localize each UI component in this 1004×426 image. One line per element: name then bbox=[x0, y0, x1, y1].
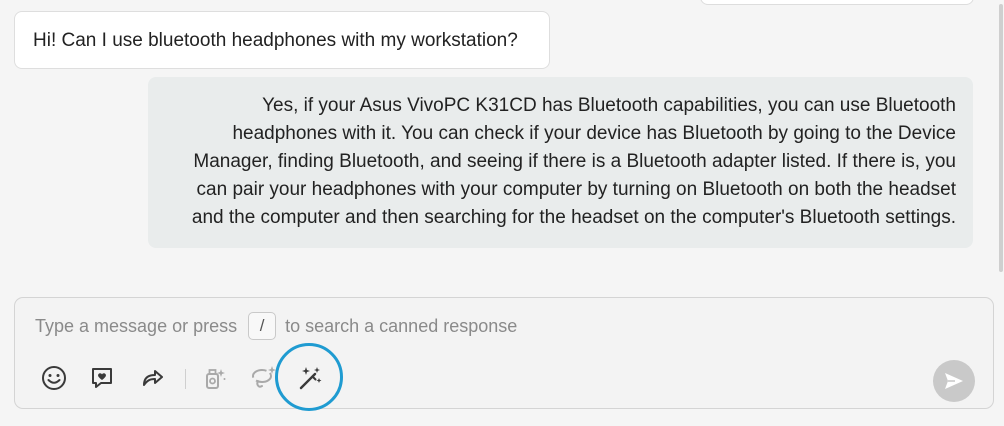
previous-message-fragment bbox=[700, 0, 974, 5]
agent-message-line: and the computer and then searching for … bbox=[191, 207, 956, 228]
ai-rephrase-button[interactable] bbox=[247, 361, 281, 395]
ai-magic-button[interactable] bbox=[293, 361, 327, 395]
canned-response-button[interactable] bbox=[85, 361, 119, 395]
send-icon bbox=[945, 373, 963, 389]
user-message-text: Hi! Can I use bluetooth headphones with … bbox=[33, 30, 518, 51]
send-button[interactable] bbox=[933, 360, 975, 402]
ai-assist-button[interactable] bbox=[197, 361, 231, 395]
share-arrow-icon bbox=[143, 370, 163, 386]
sparkle-bottle-icon bbox=[206, 369, 226, 389]
slash-key-hint: / bbox=[248, 312, 277, 340]
forward-button[interactable] bbox=[135, 361, 169, 395]
chat-scrollbar[interactable] bbox=[996, 0, 1004, 285]
placeholder-prefix: Type a message or press bbox=[35, 315, 238, 336]
smiley-icon bbox=[42, 366, 66, 390]
sparkle-lasso-icon bbox=[252, 366, 276, 388]
toolbar-divider bbox=[185, 369, 186, 389]
message-composer: Type a message or press / to search a ca… bbox=[14, 297, 994, 411]
scrollbar-thumb[interactable] bbox=[999, 4, 1003, 272]
agent-message-line: Manager, finding Bluetooth, and seeing i… bbox=[193, 151, 956, 172]
heart-chat-icon bbox=[92, 368, 112, 388]
message-input[interactable]: Type a message or press / to search a ca… bbox=[35, 311, 973, 341]
emoji-button[interactable] bbox=[37, 361, 71, 395]
agent-message-line: can pair your headphones with your compu… bbox=[196, 179, 956, 200]
agent-message-line: Yes, if your Asus VivoPC K31CD has Bluet… bbox=[262, 95, 956, 116]
user-message-bubble: Hi! Can I use bluetooth headphones with … bbox=[14, 11, 550, 69]
agent-message-bubble: Yes, if your Asus VivoPC K31CD has Bluet… bbox=[148, 77, 973, 248]
composer-toolbar bbox=[15, 343, 993, 411]
magic-wand-icon bbox=[299, 367, 322, 390]
agent-message-line: headphones with it. You can check if you… bbox=[232, 123, 956, 144]
placeholder-suffix: to search a canned response bbox=[285, 315, 518, 336]
